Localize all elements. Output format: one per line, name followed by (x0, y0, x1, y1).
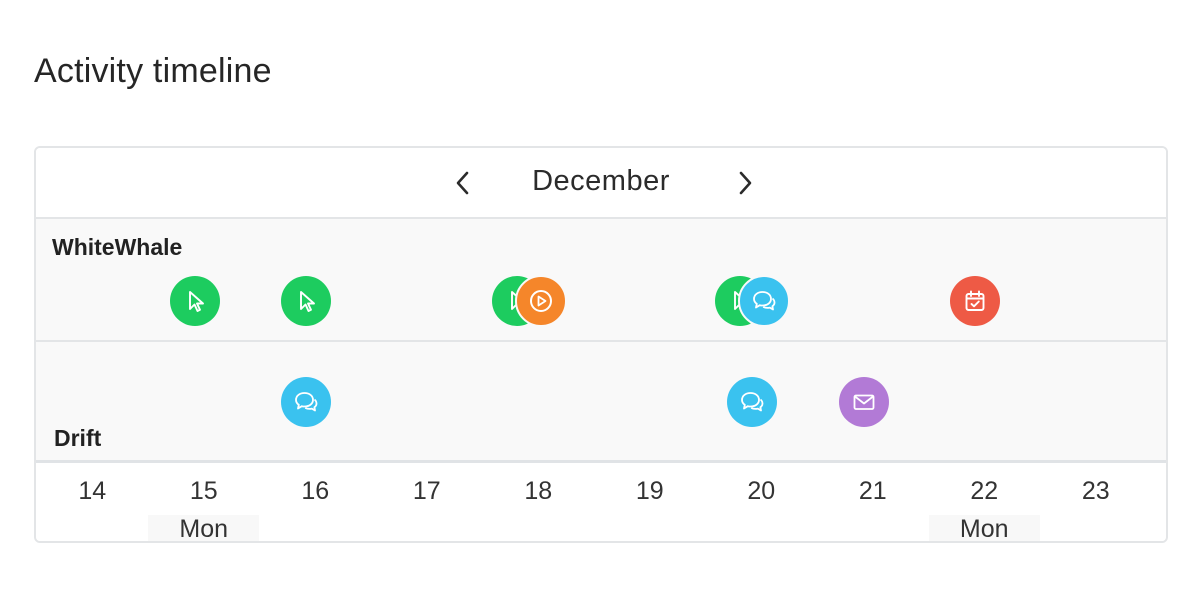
calendar-check-icon (965, 290, 985, 311)
date-label: 20 (747, 477, 776, 505)
timeline-row-whitewhale: WhiteWhale (36, 219, 1166, 342)
next-month-button[interactable] (728, 166, 762, 200)
page-title: Activity timeline (34, 52, 272, 90)
row-label: Drift (54, 425, 102, 451)
current-month: December (532, 165, 670, 197)
activity-event-chat[interactable] (727, 377, 778, 427)
date-label: 14 (78, 477, 107, 505)
timeline-row-drift: Drift (36, 342, 1166, 463)
date-label: 15 (189, 477, 218, 505)
date-label: 22 (970, 477, 999, 505)
date-label: 23 (1081, 477, 1110, 505)
cursor-icon (300, 291, 316, 312)
activity-event-email[interactable] (838, 377, 889, 427)
activity-event-click[interactable] (281, 276, 332, 326)
date-label: 21 (858, 477, 887, 505)
date-label: 17 (412, 477, 441, 505)
activity-timeline-card: December WhiteWhale Drift 14 15 16 17 18 19 20… (34, 146, 1168, 543)
cursor-icon (188, 291, 204, 312)
chevron-left-icon (456, 171, 469, 195)
chevron-right-icon (739, 171, 752, 195)
activity-event-chat[interactable] (738, 275, 791, 327)
date-label: 18 (524, 477, 553, 505)
activity-event-chat[interactable] (281, 377, 332, 427)
date-axis: 14 15 16 17 18 19 20 21 22 23 Mon Mon (36, 463, 1166, 543)
activity-event-meeting[interactable] (950, 276, 1001, 326)
month-navigation: December (36, 148, 1166, 219)
date-label: 16 (301, 477, 330, 505)
chat-bubbles-icon (741, 392, 764, 412)
activity-event-video[interactable] (515, 275, 568, 327)
date-label: 19 (635, 477, 664, 505)
weekday-label: Mon (959, 515, 1009, 543)
row-label: WhiteWhale (52, 234, 183, 260)
chat-bubbles-icon (295, 392, 318, 412)
previous-month-button[interactable] (446, 166, 480, 200)
weekday-label: Mon (179, 515, 229, 543)
activity-event-click[interactable] (169, 276, 220, 326)
chat-bubbles-icon (753, 291, 776, 311)
envelope-icon (853, 394, 875, 410)
play-icon (530, 290, 553, 312)
